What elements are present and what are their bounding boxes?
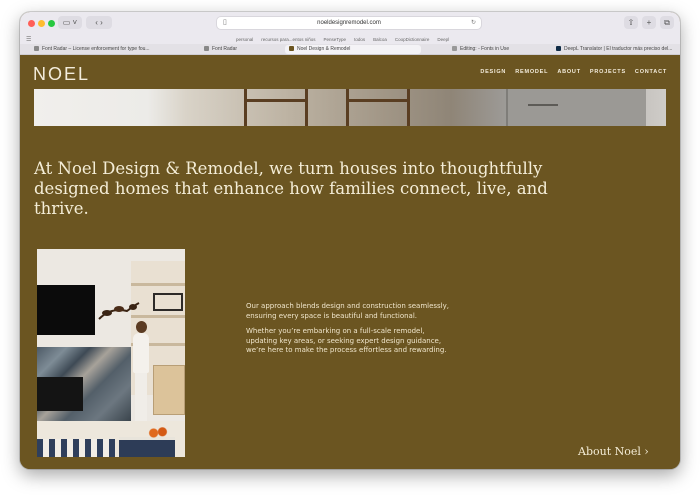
stool-rail [244, 99, 308, 102]
bookmarks-bar: ☰ personal recursos para...entos niños P… [20, 34, 680, 44]
television [37, 285, 95, 335]
firebox [37, 377, 83, 411]
bookmark-item[interactable]: PenseType [324, 37, 347, 42]
bookmarks-list: personal recursos para...entos niños Pen… [236, 37, 449, 42]
nav-projects[interactable]: PROJECTS [590, 69, 626, 75]
forward-icon[interactable]: › [100, 18, 103, 27]
flowers [147, 427, 169, 439]
favicon-icon [556, 45, 561, 51]
tab-noel-design[interactable]: Noel Design & Remodel [285, 45, 421, 54]
intro-paragraph-1: Our approach blends design and construct… [246, 302, 449, 320]
bookmark-item[interactable]: recursos para...entos niños [261, 37, 315, 42]
url-text: noeldesignremodel.com [317, 20, 381, 26]
branch-decor [98, 302, 140, 320]
favicon-icon [204, 45, 209, 51]
back-forward-buttons[interactable]: ‹ › [86, 16, 112, 29]
rug [37, 439, 115, 457]
tab-bar: Font Radar – License enforcement for typ… [20, 44, 680, 55]
intro-paragraph-2: Whether you’re embarking on a full-scale… [246, 327, 447, 354]
nav-contact[interactable]: CONTACT [635, 69, 667, 75]
stool-shape [346, 89, 410, 126]
tab-label: Font Radar – License enforcement for typ… [42, 46, 150, 52]
address-bar[interactable]: ▯ noeldesignremodel.com ↻ [216, 16, 482, 30]
shelf [131, 283, 185, 286]
wood-cabinet [153, 365, 185, 415]
about-noel-link[interactable]: About Noel › [578, 445, 649, 458]
site-nav: DESIGN REMODEL ABOUT PROJECTS CONTACT [480, 69, 667, 75]
stool-shape [244, 89, 308, 126]
tab-label: Font Radar [212, 46, 238, 52]
tab-label: Editing: - Fonts in Use [460, 46, 510, 52]
favicon-icon [452, 45, 457, 51]
nav-remodel[interactable]: REMODEL [515, 69, 548, 75]
bookmark-item[interactable]: Deepl [437, 37, 449, 42]
cabinet-shape [506, 89, 646, 126]
favicon-icon [34, 45, 39, 51]
tab-deepl[interactable]: DeepL Translator | El traductor más prec… [552, 45, 680, 54]
stool-rail [346, 99, 410, 102]
nav-about[interactable]: ABOUT [557, 69, 581, 75]
books [119, 437, 175, 457]
bookmarks-sidebar-icon[interactable]: ☰ [26, 36, 236, 43]
bookmark-item[interactable]: todos [354, 37, 365, 42]
browser-toolbar: ▭ ˅ ‹ › ▯ noeldesignremodel.com ↻ ⇧ + ⧉ [20, 12, 680, 34]
intro-copy: Our approach blends design and construct… [246, 302, 456, 362]
bookmark-item[interactable]: Balcoa [373, 37, 387, 42]
toolbar-actions: ⇧ + ⧉ [624, 16, 674, 29]
favicon-icon [289, 45, 294, 51]
person-legs [135, 373, 147, 421]
hero-image [34, 89, 666, 126]
close-window-button[interactable] [28, 20, 35, 27]
interior-photo [37, 249, 185, 457]
nav-design[interactable]: DESIGN [480, 69, 506, 75]
back-icon[interactable]: ‹ [95, 18, 98, 27]
sidebar-icon[interactable]: ▭ ˅ [58, 16, 82, 29]
new-tab-icon[interactable]: + [642, 16, 656, 29]
share-icon[interactable]: ⇧ [624, 16, 638, 29]
site-logo[interactable]: NOEL [33, 64, 90, 85]
reload-icon[interactable]: ↻ [471, 17, 476, 29]
tab-label: DeepL Translator | El traductor más prec… [564, 46, 673, 52]
bookmark-item[interactable]: CoopDictionnaire [395, 37, 430, 42]
hero-headline: At Noel Design & Remodel, we turn houses… [34, 159, 548, 218]
tab-label: Noel Design & Remodel [297, 46, 351, 52]
person-head [136, 321, 147, 333]
minimize-window-button[interactable] [38, 20, 45, 27]
tab-font-radar-license[interactable]: Font Radar – License enforcement for typ… [30, 45, 166, 54]
person-body [133, 333, 149, 373]
web-page: NOEL DESIGN REMODEL ABOUT PROJECTS CONTA… [20, 55, 680, 469]
lattice-panel [153, 293, 183, 311]
tabs-overview-icon[interactable]: ⧉ [660, 16, 674, 29]
bookmark-item[interactable]: personal [236, 37, 253, 42]
zoom-window-button[interactable] [48, 20, 55, 27]
browser-window: ▭ ˅ ‹ › ▯ noeldesignremodel.com ↻ ⇧ + ⧉ … [20, 12, 680, 469]
